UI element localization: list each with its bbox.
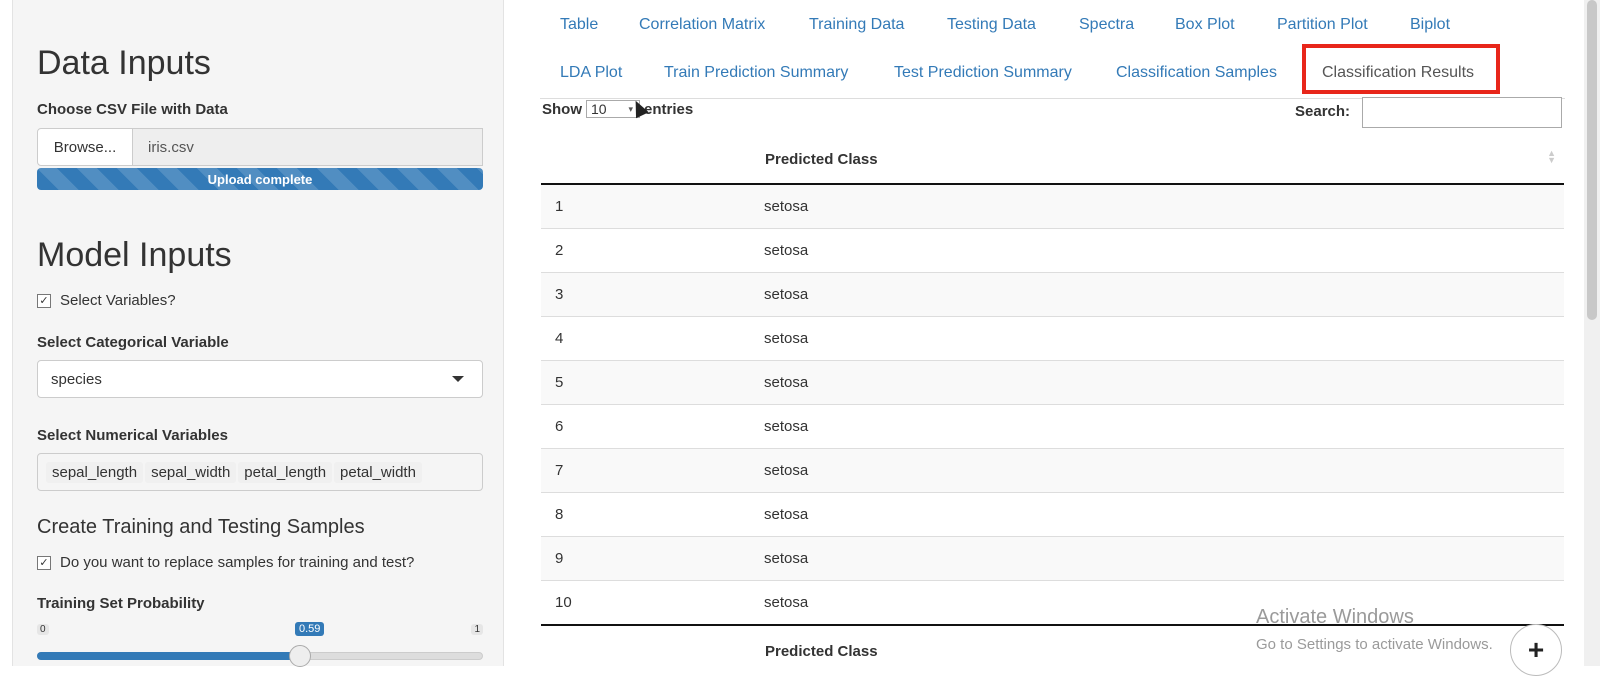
predicted-class-header[interactable]: Predicted Class ▲ ▼ xyxy=(764,136,1564,185)
predicted-class-cell: setosa xyxy=(764,580,1564,625)
model-inputs-title: Model Inputs xyxy=(37,236,232,274)
classification-results-table: Predicted Class ▲ ▼ 1 setosa 2 setosa 3 setosa… xyxy=(541,136,1564,676)
replace-samples-label: Do you want to replace samples for train… xyxy=(60,554,415,571)
row-index-cell: 10 xyxy=(541,580,764,625)
select-variables-checkbox-row[interactable]: ✓ Select Variables? xyxy=(37,292,176,309)
table-row: 9 setosa xyxy=(541,536,1564,581)
predicted-class-cell: setosa xyxy=(764,448,1564,493)
variable-chip[interactable]: petal_width xyxy=(334,461,422,483)
chevron-down-icon xyxy=(452,376,464,382)
training-probability-slider[interactable]: 0 1 0.59 xyxy=(37,620,483,667)
variable-chip[interactable]: sepal_length xyxy=(46,461,144,483)
row-index-cell: 5 xyxy=(541,360,764,405)
numerical-variables-label: Select Numerical Variables xyxy=(37,427,228,444)
row-index-cell: 3 xyxy=(541,272,764,317)
replace-samples-checkbox[interactable]: ✓ xyxy=(37,555,51,570)
numerical-variables-select[interactable]: sepal_length sepal_width petal_length pe… xyxy=(37,453,483,491)
active-tab-highlight xyxy=(1302,44,1500,94)
tab-biplot[interactable]: Biplot xyxy=(1410,16,1450,34)
tab-classification-samples[interactable]: Classification Samples xyxy=(1116,64,1277,82)
tab-train-prediction-summary[interactable]: Train Prediction Summary xyxy=(664,64,848,82)
sidebar-panel: Data Inputs Choose CSV File with Data Br… xyxy=(12,0,504,667)
index-column-header xyxy=(541,136,764,185)
select-variables-label: Select Variables? xyxy=(60,292,176,309)
column-header-label: Predicted Class xyxy=(765,151,878,168)
slider-max-label: 1 xyxy=(471,624,483,635)
predicted-class-cell: setosa xyxy=(764,360,1564,405)
table-row: 8 setosa xyxy=(541,492,1564,537)
entries-label: entries xyxy=(644,100,694,118)
slider-min-label: 0 xyxy=(37,624,49,635)
tab-test-prediction-summary[interactable]: Test Prediction Summary xyxy=(894,64,1072,82)
tab-correlation-matrix[interactable]: Correlation Matrix xyxy=(639,16,765,34)
categorical-variable-value: species xyxy=(51,370,102,388)
row-index-cell: 2 xyxy=(541,228,764,273)
row-index-cell: 6 xyxy=(541,404,764,449)
tab-box-plot[interactable]: Box Plot xyxy=(1175,16,1235,34)
table-row: 3 setosa xyxy=(541,272,1564,317)
predicted-class-cell: setosa xyxy=(764,492,1564,537)
scrollbar-thumb[interactable] xyxy=(1587,0,1597,320)
slider-value-label: 0.59 xyxy=(295,622,325,636)
tab-spectra[interactable]: Spectra xyxy=(1079,16,1134,34)
tab-training-data[interactable]: Training Data xyxy=(809,16,904,34)
predicted-class-cell: setosa xyxy=(764,183,1564,229)
predicted-class-cell: setosa xyxy=(764,404,1564,449)
samples-section-title: Create Training and Testing Samples xyxy=(37,516,365,538)
search-input[interactable] xyxy=(1362,97,1562,128)
plus-icon[interactable]: + xyxy=(1510,624,1562,676)
table-row: 1 setosa xyxy=(541,183,1564,229)
predicted-class-cell: setosa xyxy=(764,316,1564,361)
table-row: 7 setosa xyxy=(541,448,1564,493)
slider-handle[interactable] xyxy=(289,645,312,667)
activate-windows-watermark: Activate Windows xyxy=(1256,606,1414,628)
search-label: Search: xyxy=(1295,103,1351,120)
row-index-cell: 4 xyxy=(541,316,764,361)
row-index-cell: 1 xyxy=(541,183,764,229)
file-input-label: Choose CSV File with Data xyxy=(37,101,228,118)
show-label: Show xyxy=(542,100,582,118)
categorical-variable-label: Select Categorical Variable xyxy=(37,334,229,351)
table-row: 6 setosa xyxy=(541,404,1564,449)
file-name-field: iris.csv xyxy=(133,128,483,166)
variable-chip[interactable]: petal_length xyxy=(238,461,333,483)
upload-progress-bar: Upload complete xyxy=(37,168,483,190)
slider-fill xyxy=(37,652,301,660)
table-row: 2 setosa xyxy=(541,228,1564,273)
entries-length-control: Show 10 ▾ entries xyxy=(542,100,693,118)
predicted-class-cell: setosa xyxy=(764,536,1564,581)
tab-lda-plot[interactable]: LDA Plot xyxy=(560,64,622,82)
browse-button[interactable]: Browse... xyxy=(37,128,133,166)
tab-partition-plot[interactable]: Partition Plot xyxy=(1277,16,1368,34)
categorical-variable-select[interactable]: species xyxy=(37,360,483,398)
sort-icon: ▲ ▼ xyxy=(1547,148,1556,165)
entries-select-value: 10 xyxy=(591,101,607,117)
row-index-cell: 8 xyxy=(541,492,764,537)
variable-chip[interactable]: sepal_width xyxy=(145,461,237,483)
tab-testing-data[interactable]: Testing Data xyxy=(947,16,1036,34)
activate-windows-hint: Go to Settings to activate Windows. xyxy=(1256,636,1493,653)
predicted-class-cell: setosa xyxy=(764,272,1564,317)
file-input: Browse... iris.csv xyxy=(37,128,483,166)
row-index-cell: 7 xyxy=(541,448,764,493)
training-probability-label: Training Set Probability xyxy=(37,595,205,612)
replace-samples-checkbox-row[interactable]: ✓ Do you want to replace samples for tra… xyxy=(37,554,414,571)
table-row: 4 setosa xyxy=(541,316,1564,361)
predicted-class-cell: setosa xyxy=(764,228,1564,273)
row-index-cell: 9 xyxy=(541,536,764,581)
table-row: 5 setosa xyxy=(541,360,1564,405)
data-inputs-title: Data Inputs xyxy=(37,44,211,82)
tab-table[interactable]: Table xyxy=(560,16,598,34)
select-variables-checkbox[interactable]: ✓ xyxy=(37,293,51,308)
index-column-footer xyxy=(541,624,764,676)
